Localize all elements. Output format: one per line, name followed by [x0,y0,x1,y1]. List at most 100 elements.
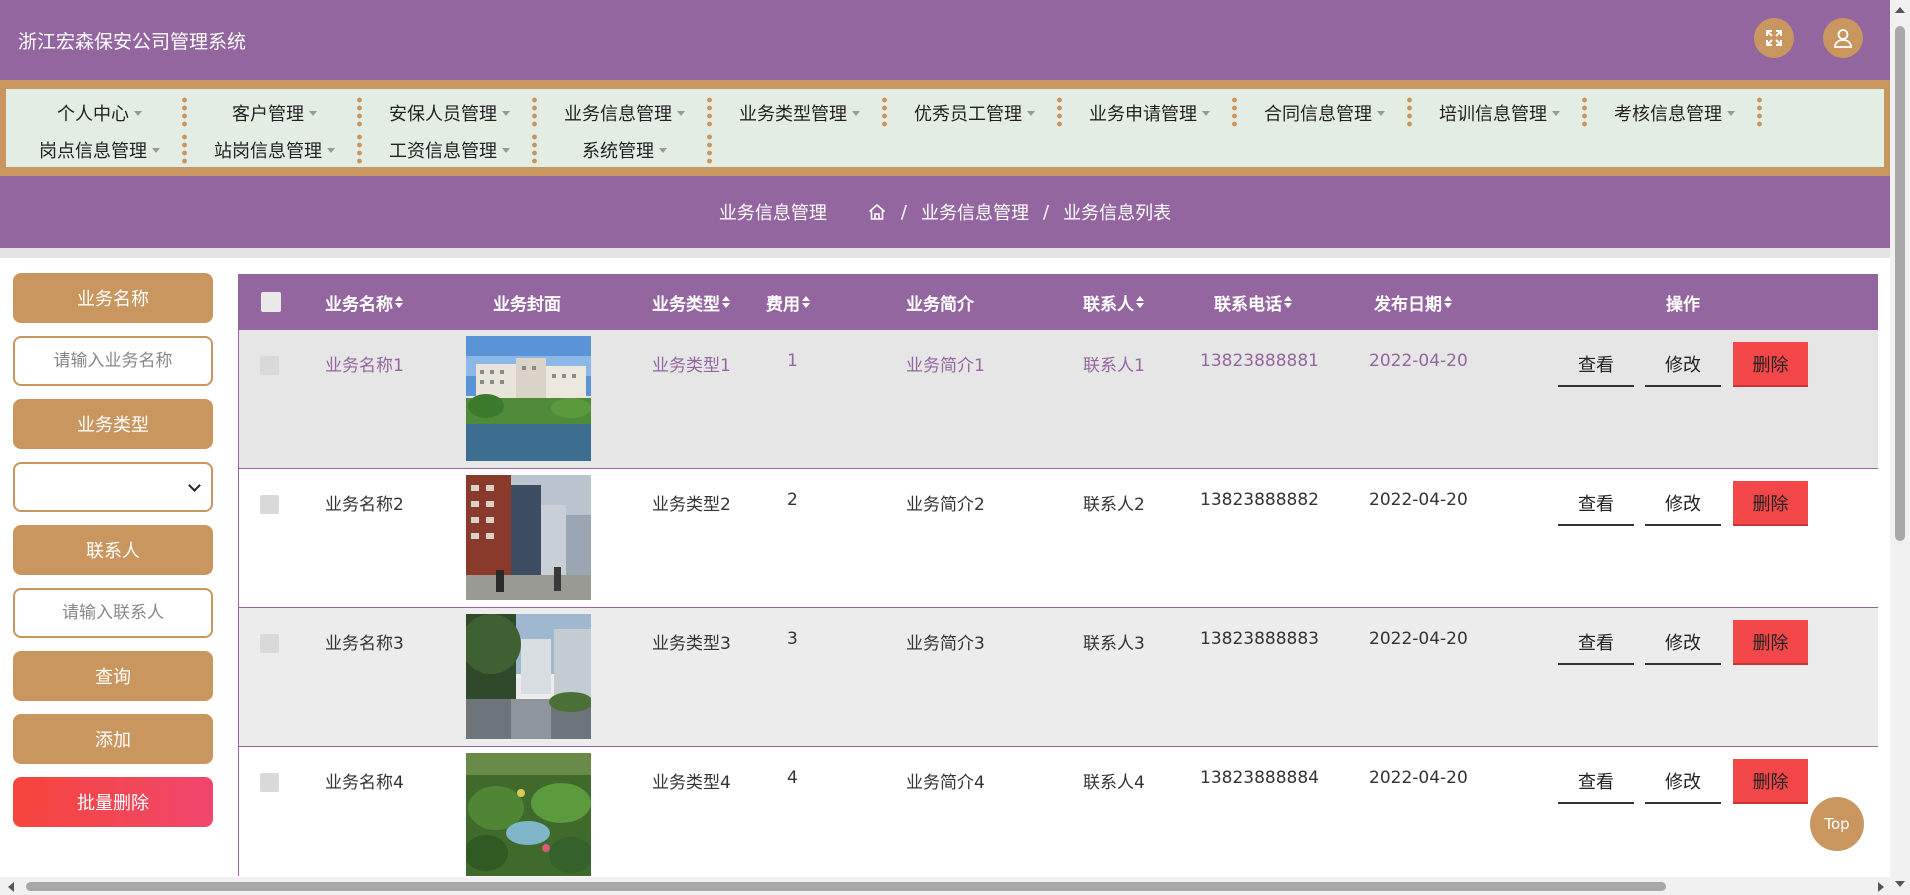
caret-down-icon [659,148,667,153]
scrollbar-thumb[interactable] [26,882,1666,891]
col-header-type[interactable]: 业务类型 [652,274,730,330]
col-header-name[interactable]: 业务名称 [325,274,403,330]
row-checkbox[interactable] [260,773,279,792]
nav-item-salary[interactable]: 工资信息管理 [362,131,537,168]
view-button[interactable]: 查看 [1558,759,1634,804]
nav-row-1: 个人中心 客户管理 安保人员管理 业务信息管理 业务类型管理 优秀员工管理 业务… [12,94,1884,131]
expand-icon [1766,30,1782,46]
nav-item-personal-center[interactable]: 个人中心 [12,94,187,131]
cell-name: 业务名称2 [325,495,404,515]
scroll-right-icon[interactable] [1878,882,1884,892]
col-header-contact[interactable]: 联系人 [1083,274,1144,330]
app-root: 浙江宏森保安公司管理系统 个人中心 客户管理 安保人员管理 业务信息管理 业务类… [0,0,1910,895]
nav-item-excellent-staff[interactable]: 优秀员工管理 [887,94,1062,131]
col-header-phone[interactable]: 联系电话 [1214,274,1292,330]
business-cover-image[interactable] [466,336,591,461]
scroll-down-icon[interactable] [1895,881,1905,887]
business-name-input[interactable] [13,336,213,386]
table-row[interactable]: 业务名称3 业务类型3 3 业务简介3 联系人3 13823888883 202… [239,608,1878,747]
col-label: 业务封面 [493,294,561,315]
cell-fee: 1 [787,351,798,371]
col-header-date[interactable]: 发布日期 [1374,274,1452,330]
nav-label: 考核信息管理 [1614,103,1722,125]
caret-down-icon [1377,111,1385,116]
business-cover-image[interactable] [466,614,591,739]
checkbox[interactable] [261,292,281,312]
nav-item-business-type[interactable]: 业务类型管理 [712,94,887,131]
col-header-intro: 业务简介 [906,274,974,330]
batch-delete-button[interactable]: 批量删除 [13,777,213,827]
user-menu-button[interactable] [1823,18,1863,58]
nav-item-business-application[interactable]: 业务申请管理 [1062,94,1237,131]
business-type-select[interactable] [13,462,213,512]
sort-icon[interactable] [1444,296,1452,308]
caret-down-icon [309,111,317,116]
search-panel: 业务名称 业务类型 联系人 查询 添加 批量删除 [13,273,213,840]
breadcrumb-link-business[interactable]: 业务信息管理 [921,199,1029,225]
col-header-fee[interactable]: 费用 [766,274,810,330]
col-header-ops: 操作 [1666,274,1700,330]
scrollbar-thumb[interactable] [1895,26,1905,541]
query-button[interactable]: 查询 [13,651,213,701]
business-cover-image[interactable] [466,475,591,600]
nav-item-contract[interactable]: 合同信息管理 [1237,94,1412,131]
cell-contact: 联系人4 [1083,773,1145,793]
row-checkbox[interactable] [260,356,279,375]
cell-type: 业务类型3 [652,634,731,654]
view-button[interactable]: 查看 [1558,481,1634,526]
back-to-top-button[interactable]: Top [1810,797,1864,851]
sort-icon[interactable] [722,296,730,308]
contact-input[interactable] [13,588,213,638]
page-title: 业务信息管理 [718,203,827,224]
caret-down-icon [1202,111,1210,116]
divider [0,248,1890,258]
delete-button[interactable]: 删除 [1733,759,1808,804]
cell-date: 2022-04-20 [1369,629,1468,649]
sort-icon[interactable] [802,296,810,308]
nav-item-business-info[interactable]: 业务信息管理 [537,94,712,131]
edit-button[interactable]: 修改 [1645,759,1721,804]
row-checkbox[interactable] [260,634,279,653]
delete-button[interactable]: 删除 [1733,342,1808,387]
nav-label: 培训信息管理 [1439,103,1547,125]
nav-item-post-point[interactable]: 岗点信息管理 [12,131,187,168]
breadcrumb-current: 业务信息列表 [1063,203,1172,224]
sort-icon[interactable] [1284,296,1292,308]
col-label: 联系电话 [1214,294,1282,315]
edit-button[interactable]: 修改 [1645,620,1721,665]
nav-item-guard-duty[interactable]: 站岗信息管理 [187,131,362,168]
cell-name: 业务名称3 [325,634,404,654]
caret-down-icon [152,148,160,153]
table-row[interactable]: 业务名称4 业务类型4 4 业务简介4 联系人4 13823888884 202… [239,747,1878,876]
sort-icon[interactable] [395,296,403,308]
col-label: 业务名称 [325,294,393,315]
delete-button[interactable]: 删除 [1733,620,1808,665]
edit-button[interactable]: 修改 [1645,342,1721,387]
view-button[interactable]: 查看 [1558,342,1634,387]
nav-item-system[interactable]: 系统管理 [537,131,712,168]
row-checkbox[interactable] [260,495,279,514]
table-row[interactable]: 业务名称1 业务类型1 1 业务简介1 联系人1 13823888881 202… [239,330,1878,469]
fullscreen-button[interactable] [1754,18,1794,58]
sort-icon[interactable] [1136,296,1144,308]
table-row[interactable]: 业务名称2 业务类型2 2 业务简介2 联系人2 13823888882 202… [239,469,1878,608]
business-cover-image[interactable] [466,753,591,876]
cell-phone: 13823888884 [1200,768,1319,788]
nav-item-customer[interactable]: 客户管理 [187,94,362,131]
breadcrumb-separator: / [900,201,907,223]
vertical-scrollbar[interactable] [1890,0,1910,895]
view-button[interactable]: 查看 [1558,620,1634,665]
cell-fee: 4 [787,768,798,788]
edit-button[interactable]: 修改 [1645,481,1721,526]
delete-button[interactable]: 删除 [1733,481,1808,526]
nav-item-security-staff[interactable]: 安保人员管理 [362,94,537,131]
add-button[interactable]: 添加 [13,714,213,764]
nav-item-training[interactable]: 培训信息管理 [1412,94,1587,131]
scroll-up-icon[interactable] [1895,7,1905,13]
home-icon[interactable] [867,202,887,222]
business-name-label: 业务名称 [13,273,213,323]
select-all-checkbox[interactable] [261,274,281,330]
horizontal-scrollbar[interactable] [0,877,1890,895]
nav-item-assessment[interactable]: 考核信息管理 [1587,94,1762,131]
scroll-left-icon[interactable] [8,882,14,892]
